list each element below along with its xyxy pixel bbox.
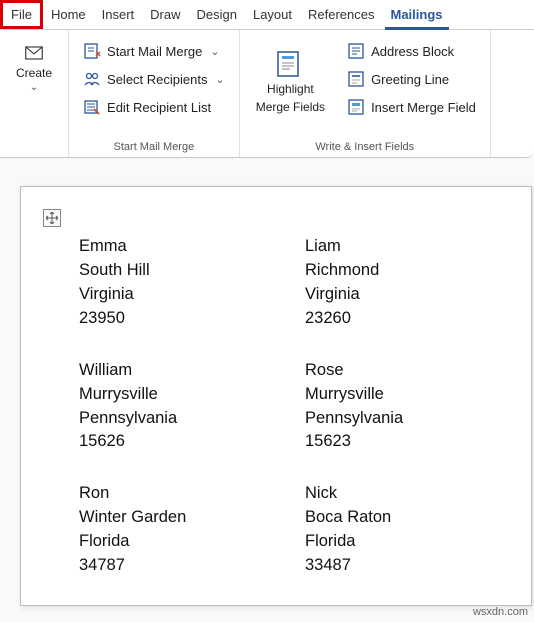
label-zip: 34787 [79, 554, 305, 578]
highlight-label-bottom: Merge Fields [256, 100, 325, 114]
address-block-icon [347, 42, 365, 60]
tab-home[interactable]: Home [43, 0, 94, 29]
ribbon: Create ⌄ Start Mail Merge ⌄ Select Recip… [0, 30, 534, 158]
label-block: Nick Boca Raton Florida 33487 [305, 482, 531, 578]
chevron-down-icon: ⌄ [30, 82, 38, 94]
group-label-mailmerge: Start Mail Merge [75, 139, 233, 157]
group-label-write: Write & Insert Fields [246, 139, 484, 157]
label-zip: 15626 [79, 430, 305, 454]
label-name: William [79, 359, 305, 383]
label-city: Boca Raton [305, 506, 531, 530]
highlight-fields-icon [274, 50, 306, 78]
chevron-down-icon: ⌄ [215, 73, 224, 86]
label-city: Winter Garden [79, 506, 305, 530]
tab-file[interactable]: File [0, 0, 43, 29]
select-recipients-label: Select Recipients [107, 72, 207, 87]
tab-draw[interactable]: Draw [142, 0, 188, 29]
label-state: Virginia [305, 283, 531, 307]
insert-merge-field-button[interactable]: Insert Merge Field [341, 96, 482, 118]
label-block: William Murrysville Pennsylvania 15626 [79, 359, 305, 455]
tab-bar: File Home Insert Draw Design Layout Refe… [0, 0, 534, 30]
label-name: Ron [79, 482, 305, 506]
greeting-line-button[interactable]: Greeting Line [341, 68, 482, 90]
greeting-line-icon [347, 70, 365, 88]
highlight-merge-fields-button[interactable]: Highlight Merge Fields [246, 36, 335, 122]
label-zip: 23260 [305, 307, 531, 331]
label-block: Emma South Hill Virginia 23950 [79, 235, 305, 331]
label-name: Rose [305, 359, 531, 383]
insert-merge-field-label: Insert Merge Field [371, 100, 476, 115]
label-block: Liam Richmond Virginia 23260 [305, 235, 531, 331]
tab-insert[interactable]: Insert [94, 0, 143, 29]
label-state: Florida [305, 530, 531, 554]
label-state: Florida [79, 530, 305, 554]
label-name: Emma [79, 235, 305, 259]
highlight-label-top: Highlight [267, 82, 314, 96]
labels-grid: Emma South Hill Virginia 23950 Liam Rich… [49, 215, 531, 578]
label-zip: 33487 [305, 554, 531, 578]
label-state: Virginia [79, 283, 305, 307]
label-zip: 23950 [79, 307, 305, 331]
label-state: Pennsylvania [305, 407, 531, 431]
mail-merge-icon [83, 42, 101, 60]
insert-merge-field-icon [347, 98, 365, 116]
label-city: South Hill [79, 259, 305, 283]
create-button[interactable]: Create ⌄ [6, 36, 62, 96]
label-name: Nick [305, 482, 531, 506]
greeting-line-label: Greeting Line [371, 72, 449, 87]
table-move-handle[interactable] [43, 209, 61, 227]
tab-layout[interactable]: Layout [245, 0, 300, 29]
address-block-label: Address Block [371, 44, 454, 59]
select-recipients-button[interactable]: Select Recipients ⌄ [77, 68, 231, 90]
label-city: Murrysville [305, 383, 531, 407]
label-zip: 15623 [305, 430, 531, 454]
address-block-button[interactable]: Address Block [341, 40, 482, 62]
label-city: Murrysville [79, 383, 305, 407]
watermark: wsxdn.com [473, 606, 528, 618]
edit-recipient-list-button[interactable]: Edit Recipient List [77, 96, 231, 118]
chevron-down-icon: ⌄ [210, 45, 219, 58]
start-mail-merge-button[interactable]: Start Mail Merge ⌄ [77, 40, 231, 62]
envelope-icon [25, 44, 43, 62]
start-mail-merge-label: Start Mail Merge [107, 44, 202, 59]
document-area: Emma South Hill Virginia 23950 Liam Rich… [0, 158, 534, 622]
label-name: Liam [305, 235, 531, 259]
tab-references[interactable]: References [300, 0, 382, 29]
edit-list-icon [83, 98, 101, 116]
label-city: Richmond [305, 259, 531, 283]
create-label: Create [16, 66, 52, 80]
edit-recipient-list-label: Edit Recipient List [107, 100, 211, 115]
label-state: Pennsylvania [79, 407, 305, 431]
tab-design[interactable]: Design [189, 0, 245, 29]
label-block: Ron Winter Garden Florida 34787 [79, 482, 305, 578]
tab-mailings[interactable]: Mailings [383, 0, 451, 29]
recipients-icon [83, 70, 101, 88]
label-block: Rose Murrysville Pennsylvania 15623 [305, 359, 531, 455]
document-page[interactable]: Emma South Hill Virginia 23950 Liam Rich… [20, 186, 532, 606]
